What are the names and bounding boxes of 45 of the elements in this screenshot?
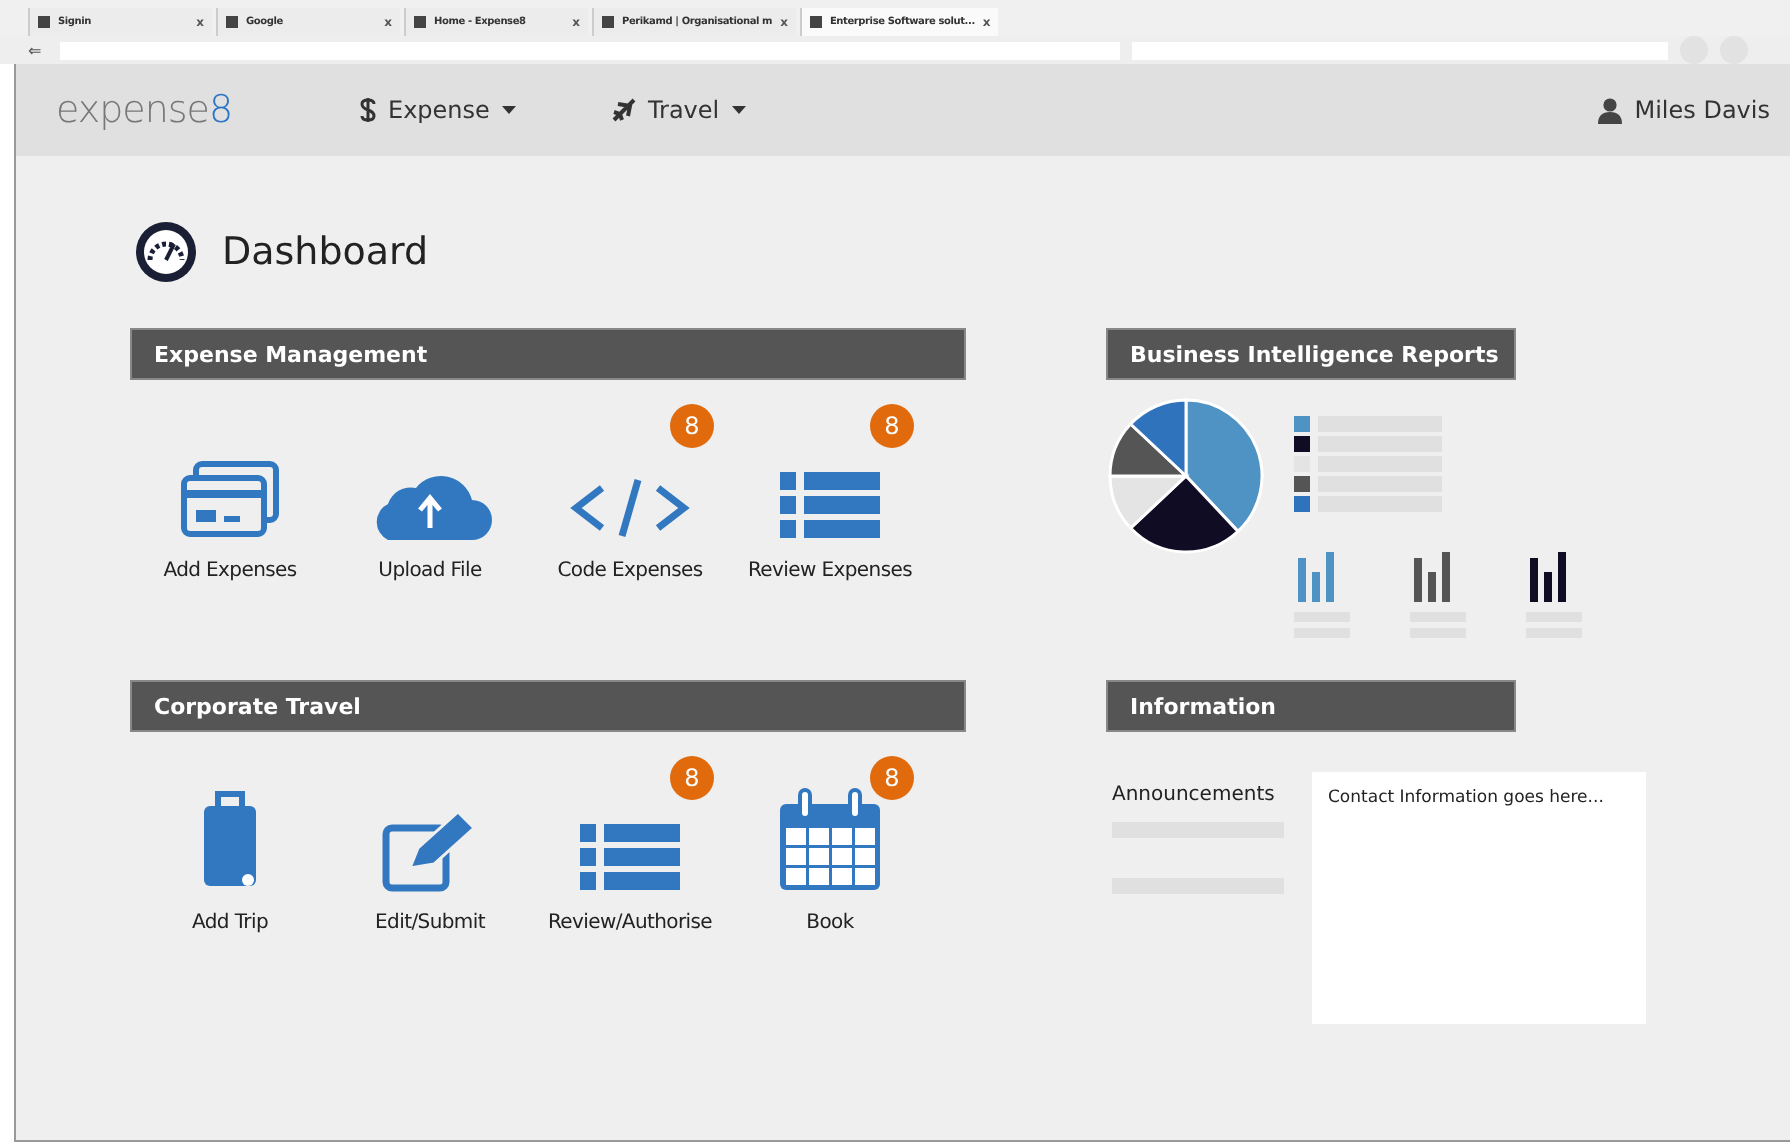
plane-icon <box>611 98 636 122</box>
section-header: Corporate Travel <box>130 680 966 732</box>
page-icon <box>602 16 614 28</box>
list-icon <box>580 824 680 892</box>
code-icon <box>570 476 690 540</box>
logo[interactable]: expense8 <box>56 88 360 132</box>
dashboard-tile[interactable]: Upload File <box>330 380 530 680</box>
user-icon <box>1598 97 1623 123</box>
edit-icon <box>382 808 478 892</box>
section-header: Business Intelligence Reports <box>1106 328 1516 380</box>
section-header: Expense Management <box>130 328 966 380</box>
page-icon <box>38 16 50 28</box>
count-badge: 8 <box>870 756 914 800</box>
caret-icon <box>501 106 516 114</box>
bar-chart-drawing <box>1526 552 1586 640</box>
page-icon <box>226 16 238 28</box>
page-icon <box>414 16 426 28</box>
dashboard-tile[interactable]: Review/Authorise 8 <box>530 732 730 1032</box>
nav-menu[interactable]: Travel <box>611 96 746 124</box>
dashboard-tile[interactable]: Add Expenses <box>130 380 330 680</box>
caret-icon <box>731 106 746 114</box>
speedometer-icon <box>134 220 198 284</box>
back-icon[interactable]: ⇐ <box>28 41 48 59</box>
announcements-heading: Announcements <box>1112 784 1277 806</box>
calendar-icon <box>778 788 882 892</box>
section-header: Information <box>1106 680 1516 732</box>
dashboard-tile[interactable]: Add Trip <box>130 732 330 1032</box>
dashboard-tile[interactable]: Book 8 <box>730 732 930 1032</box>
list-icon <box>780 472 880 540</box>
count-badge: 8 <box>670 404 714 448</box>
count-badge: 8 <box>670 756 714 800</box>
bar-chart-drawing <box>1294 552 1354 640</box>
credit-card-icon <box>180 460 280 540</box>
page-title: Dashboard <box>222 230 429 274</box>
nav-menu[interactable]: Expense <box>360 96 516 124</box>
dashboard-tile[interactable]: Code Expenses 8 <box>530 380 730 680</box>
suitcase-icon <box>202 788 258 892</box>
user-name[interactable]: Miles Davis <box>1634 96 1770 124</box>
contact-text: Contact Information goes here... <box>1328 788 1604 808</box>
count-badge: 8 <box>870 404 914 448</box>
bar-chart-drawing <box>1410 552 1470 640</box>
dollar-icon <box>360 98 376 122</box>
dashboard-tile[interactable]: Edit/Submit <box>330 732 530 1032</box>
page-icon <box>809 16 822 28</box>
dashboard-tile[interactable]: Review Expenses 8 <box>730 380 930 680</box>
